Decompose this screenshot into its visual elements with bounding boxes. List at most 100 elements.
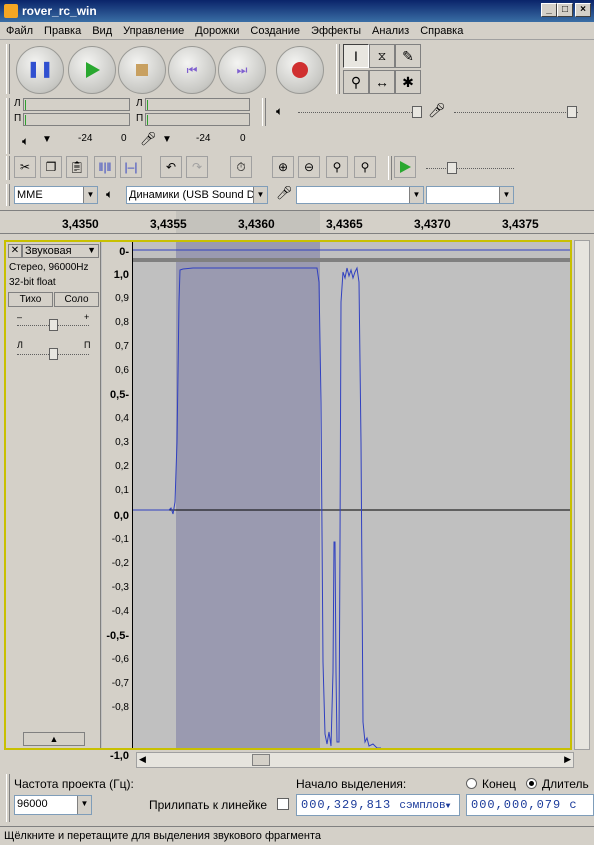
envelope-icon: ⧖ bbox=[377, 48, 387, 63]
stop-button[interactable] bbox=[118, 46, 166, 94]
pause-button[interactable]: ❚❚ bbox=[16, 46, 64, 94]
vertical-scrollbar[interactable] bbox=[574, 240, 590, 750]
project-rate-select[interactable]: 96000 ▼ bbox=[14, 795, 92, 815]
timeline-ruler[interactable]: 3,4350 3,4355 3,4360 3,4365 3,4370 3,437… bbox=[0, 210, 594, 234]
zoom-tool[interactable]: ⚲ bbox=[343, 70, 369, 94]
menu-edit[interactable]: Правка bbox=[38, 22, 86, 37]
tools-grip[interactable] bbox=[336, 44, 340, 94]
skip-start-button[interactable]: ⏮ bbox=[168, 46, 216, 94]
playback-speed-slider[interactable] bbox=[426, 168, 514, 169]
menu-file[interactable]: Файл bbox=[0, 22, 38, 37]
input-volume-slider[interactable] bbox=[454, 112, 578, 113]
silence-button[interactable]: |–| bbox=[120, 156, 142, 178]
gain-slider-thumb[interactable] bbox=[49, 319, 58, 331]
play-meter-dropdown-icon[interactable]: ▼ bbox=[42, 134, 52, 145]
solo-button[interactable]: Соло bbox=[54, 292, 99, 307]
length-radio[interactable] bbox=[526, 778, 537, 789]
track-close-button[interactable]: ✕ bbox=[8, 244, 22, 258]
menu-generate[interactable]: Создание bbox=[244, 22, 305, 37]
track-format: Стерео, 96000Hz bbox=[9, 262, 89, 273]
paste-button[interactable]: 📋︎ bbox=[66, 156, 88, 178]
play-meter-left bbox=[23, 98, 130, 111]
waveform-view[interactable] bbox=[133, 242, 570, 748]
input-volume-thumb[interactable] bbox=[567, 106, 577, 118]
menu-help[interactable]: Справка bbox=[414, 22, 468, 37]
envelope-tool[interactable]: ⧖ bbox=[369, 44, 395, 68]
play-at-speed-button[interactable] bbox=[394, 156, 416, 178]
mute-button[interactable]: Тихо bbox=[8, 292, 53, 307]
selection-start-label: Начало выделения: bbox=[296, 777, 407, 791]
selection-start-field[interactable]: 000,329,813 сэмплов▼ bbox=[296, 794, 460, 816]
horizontal-scrollbar[interactable]: ◀ ▶ bbox=[136, 752, 574, 768]
draw-tool[interactable]: ✎ bbox=[395, 44, 421, 68]
end-radio[interactable] bbox=[466, 778, 477, 789]
output-volume-slider[interactable] bbox=[298, 112, 422, 113]
playback-speed-thumb[interactable] bbox=[447, 162, 457, 174]
toolbar-grip[interactable] bbox=[6, 44, 10, 94]
menu-view[interactable]: Вид bbox=[86, 22, 117, 37]
track-control-panel[interactable]: ✕ Звуковая ▼ Стерео, 96000Hz 32-bit floa… bbox=[6, 242, 101, 748]
scroll-left-icon[interactable]: ◀ bbox=[139, 754, 146, 765]
horizontal-scroll-thumb[interactable] bbox=[252, 754, 270, 766]
scroll-right-icon[interactable]: ▶ bbox=[564, 754, 571, 765]
rec-meter-dropdown-icon[interactable]: ▼ bbox=[162, 134, 172, 145]
vscale-label: 0,5- bbox=[110, 389, 129, 402]
selection-start-unit[interactable]: сэмплов bbox=[399, 800, 445, 812]
input-channels-select[interactable]: ▼ bbox=[426, 186, 514, 204]
playspeed-grip[interactable] bbox=[388, 156, 392, 180]
cut-button[interactable]: ✂ bbox=[14, 156, 36, 178]
selection-region bbox=[176, 242, 320, 748]
meter-grip[interactable] bbox=[6, 98, 10, 154]
device-grip[interactable] bbox=[6, 184, 10, 206]
close-icon: ✕ bbox=[10, 245, 20, 256]
selection-length-field[interactable]: 000,000,079 с bbox=[466, 794, 594, 816]
host-select[interactable]: MME ▼ bbox=[14, 186, 98, 204]
sync-lock-button[interactable]: ⏱ bbox=[230, 156, 252, 178]
input-device-select[interactable]: ▼ bbox=[296, 186, 424, 204]
output-volume-thumb[interactable] bbox=[412, 106, 422, 118]
vertical-scale[interactable]: 0- 1,0 0,9 0,8 0,7 0,6 0,5- 0,4 0,3 0,2 0,1 0,0 -0,… bbox=[102, 242, 133, 762]
rec-meter-right bbox=[145, 113, 250, 126]
redo-icon: ↷ bbox=[191, 160, 203, 174]
output-device-arrow-icon: ▼ bbox=[253, 187, 267, 203]
track-menu-button[interactable]: Звуковая ▼ bbox=[22, 244, 99, 258]
redo-button[interactable]: ↷ bbox=[186, 156, 208, 178]
menu-transport[interactable]: Управление bbox=[117, 22, 189, 37]
pan-slider-thumb[interactable] bbox=[49, 348, 58, 360]
trim-button[interactable]: ‖|‖ bbox=[94, 156, 116, 178]
timeshift-tool[interactable]: ↔ bbox=[369, 70, 395, 94]
unit-dropdown-icon[interactable]: ▼ bbox=[446, 802, 452, 811]
menu-tracks[interactable]: Дорожки bbox=[189, 22, 244, 37]
speaker-icon[interactable]: 🔈︎ bbox=[22, 134, 29, 149]
zoom-in-button[interactable]: ⊕ bbox=[272, 156, 294, 178]
collapse-track-button[interactable]: ▲ bbox=[23, 732, 85, 746]
fit-project-button[interactable]: ⚲ bbox=[354, 156, 376, 178]
output-device-select[interactable]: Динамики (USB Sound De ▼ bbox=[126, 186, 268, 204]
record-button[interactable] bbox=[276, 46, 324, 94]
maximize-button[interactable]: □ bbox=[557, 3, 573, 17]
app-icon bbox=[4, 4, 18, 18]
multi-tool[interactable]: ✱ bbox=[395, 70, 421, 94]
copy-button[interactable]: ❐ bbox=[40, 156, 62, 178]
menu-effects[interactable]: Эффекты bbox=[305, 22, 366, 37]
minimize-button[interactable]: _ bbox=[541, 3, 557, 17]
project-rate-arrow-icon: ▼ bbox=[77, 796, 91, 814]
play-meter-left-label: Л bbox=[14, 98, 21, 109]
menu-analyze[interactable]: Анализ bbox=[366, 22, 414, 37]
undo-button[interactable]: ↶ bbox=[160, 156, 182, 178]
skip-end-button[interactable]: ⏭ bbox=[218, 46, 266, 94]
pan-right-label: П bbox=[84, 340, 91, 350]
mixer-grip[interactable] bbox=[262, 98, 266, 126]
ruler-tick-label: 3,4365 bbox=[326, 217, 363, 231]
edit-grip[interactable] bbox=[6, 156, 10, 180]
fit-selection-button[interactable]: ⚲ bbox=[326, 156, 348, 178]
selection-tool[interactable]: I bbox=[343, 44, 369, 68]
selectionbar-grip[interactable] bbox=[6, 774, 10, 822]
close-button[interactable]: × bbox=[575, 3, 591, 17]
play-scale-max: 0 bbox=[121, 133, 127, 144]
vscale-label: 0,0 bbox=[113, 509, 129, 522]
snap-checkbox[interactable] bbox=[277, 798, 289, 810]
play-button[interactable] bbox=[68, 46, 116, 94]
zoom-out-button[interactable]: ⊖ bbox=[298, 156, 320, 178]
microphone-icon[interactable]: 🎤︎ bbox=[140, 131, 157, 147]
